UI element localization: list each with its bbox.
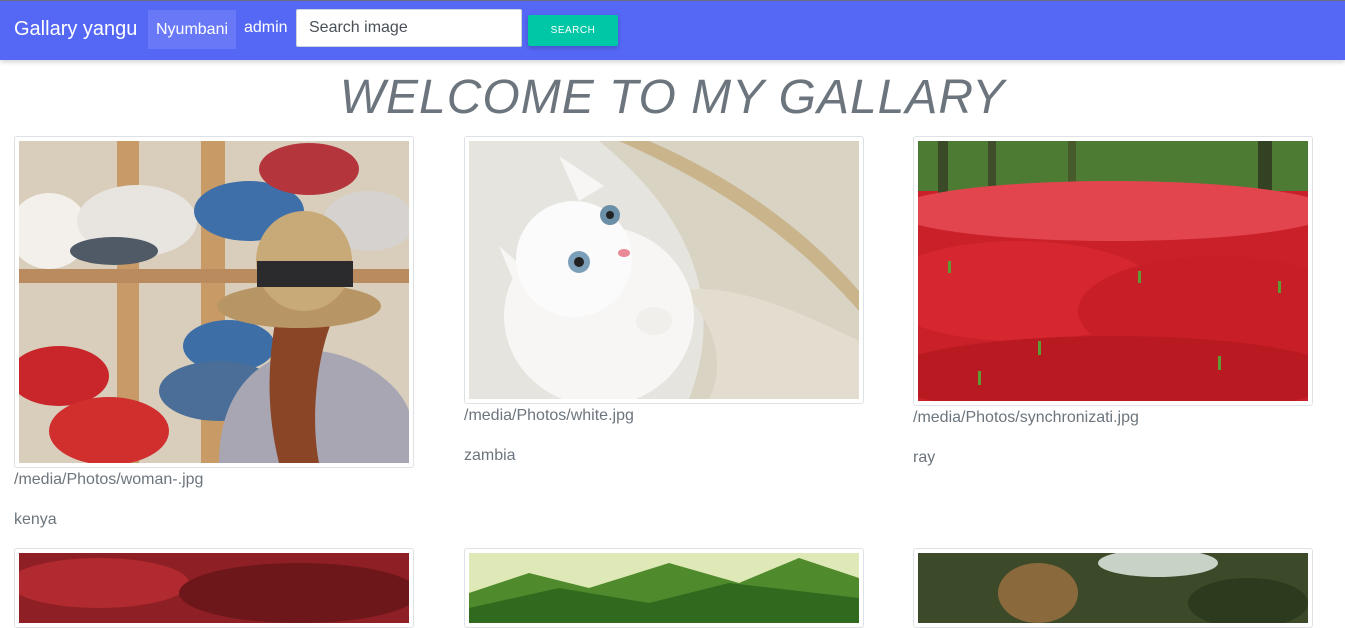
image-thumbnail[interactable] [14, 136, 414, 468]
gallery-card: /media/Photos/woman-.jpg kenya [14, 136, 414, 536]
nav-item-admin[interactable]: admin [244, 19, 288, 37]
red-foliage-photo [19, 553, 409, 623]
image-thumbnail[interactable] [913, 136, 1313, 406]
image-thumbnail[interactable] [14, 548, 414, 628]
image-thumbnail[interactable] [464, 136, 864, 404]
nav-item-home[interactable]: Nyumbani [148, 10, 236, 49]
gallery-card: /media/Photos/synchronizati.jpg ray [913, 136, 1313, 476]
woman-with-hat-photo [19, 141, 409, 463]
gallery-card [464, 548, 864, 628]
image-caption: kenya [14, 511, 57, 528]
gallery-card [913, 548, 1313, 628]
search-button[interactable]: SEARCH [528, 15, 618, 46]
brand-link[interactable]: Gallary yangu [14, 18, 137, 41]
red-flower-field-photo [918, 141, 1308, 401]
forest-photo [918, 553, 1308, 623]
white-kitten-photo [469, 141, 859, 399]
gallery-card [14, 548, 414, 628]
image-caption: ray [913, 449, 936, 466]
navbar: Gallary yangu Nyumbani admin SEARCH [0, 0, 1345, 60]
image-thumbnail[interactable] [464, 548, 864, 628]
image-thumbnail[interactable] [913, 548, 1313, 628]
image-path: /media/Photos/synchronizati.jpg [913, 409, 1139, 426]
page-title: WELCOME TO MY GALLARY [339, 71, 1006, 124]
image-path: /media/Photos/white.jpg [464, 407, 634, 424]
gallery-card: /media/Photos/white.jpg zambia [464, 136, 864, 476]
search-input[interactable] [296, 9, 522, 47]
green-mountains-photo [469, 553, 859, 623]
image-caption: zambia [464, 447, 516, 464]
image-path: /media/Photos/woman-.jpg [14, 471, 204, 488]
